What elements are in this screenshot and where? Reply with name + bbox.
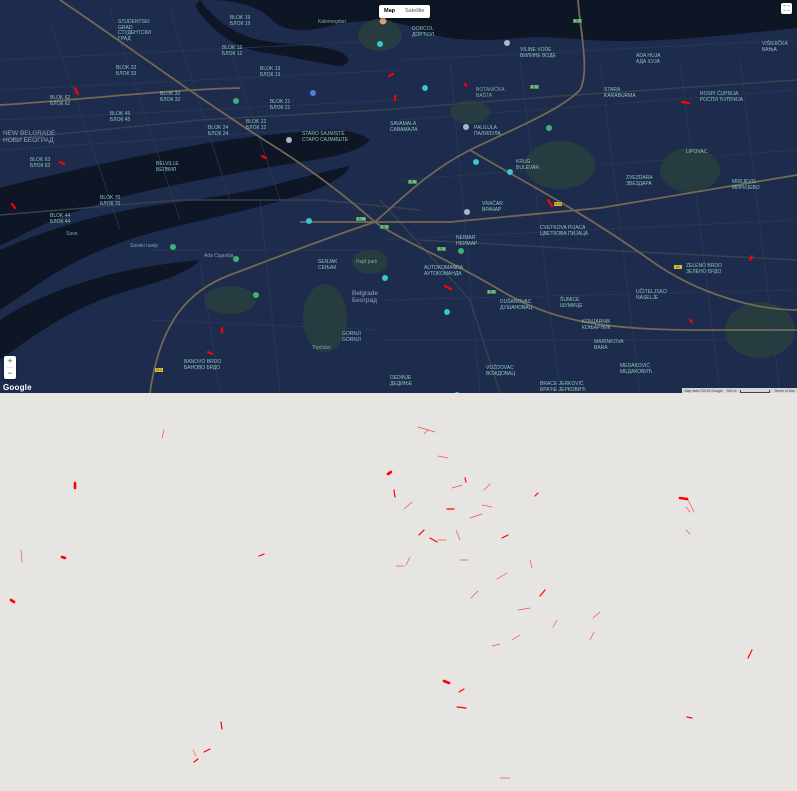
svg-text:A1: A1 (676, 265, 680, 269)
svg-text:E-75: E-75 (488, 290, 495, 294)
svg-text:E-70: E-70 (438, 247, 445, 251)
svg-text:E-75: E-75 (574, 19, 581, 23)
traffic-segments-layer (9, 426, 753, 779)
svg-text:M-1: M-1 (156, 368, 162, 372)
map-type-satellite-button[interactable]: Satellite (400, 5, 430, 18)
fullscreen-icon: ⛶ (783, 3, 790, 13)
svg-text:E-75: E-75 (409, 180, 416, 184)
poi-layer: E-75 E-70 E-75 E-763 E-70 M-22 A1 E-70 E… (155, 17, 682, 393)
poi-pin-icon (170, 17, 552, 393)
zoom-out-button[interactable]: − (4, 368, 16, 379)
fullscreen-button[interactable]: ⛶ (781, 3, 792, 14)
map-type-map-button[interactable]: Map (379, 5, 400, 18)
zoom-control: + − (4, 356, 16, 379)
google-logo[interactable]: Google (3, 383, 32, 392)
svg-text:M-22: M-22 (554, 202, 561, 206)
map-type-control: Map Satellite (379, 5, 430, 18)
svg-text:E-70: E-70 (531, 85, 538, 89)
svg-text:E-763: E-763 (357, 217, 366, 221)
traffic-overlay-canvas (0, 393, 797, 786)
zoom-in-button[interactable]: + (4, 356, 16, 367)
svg-text:E-70: E-70 (381, 225, 388, 229)
map-viewport[interactable]: STUDENTSKI GRAD СТУДЕНТСКИ ГРАД BLOK 19 … (0, 0, 797, 393)
